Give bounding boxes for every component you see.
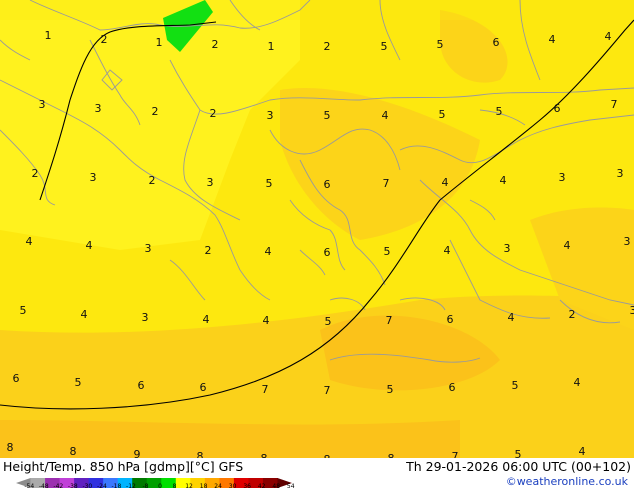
temperature-value: 6 [493, 36, 500, 49]
temperature-value: 6 [447, 313, 454, 326]
temperature-value: 5 [496, 105, 503, 118]
temperature-value: 3 [142, 311, 149, 324]
temperature-value: 1 [268, 40, 275, 53]
temperature-value: 5 [515, 448, 522, 458]
temperature-value: 6 [324, 246, 331, 259]
temperature-value: 7 [324, 384, 331, 397]
chart-title: Height/Temp. 850 hPa [gdmp][°C] GFS [3, 459, 243, 474]
temperature-value: 3 [624, 235, 631, 248]
temperature-value: 4 [444, 244, 451, 257]
colorbar-tick-label: 18 [200, 483, 208, 490]
colorbar-tick-label: 30 [229, 483, 237, 490]
map-canvas: 1 2 1 2 1 2 5 5 6 4 4 3 3 2 2 3 5 4 5 5 6 7 2 3 2 3 5 6 7 4 4 3 3 4 4 3 2 4 6 5… [0, 0, 634, 458]
temperature-value: 3 [504, 242, 511, 255]
colorbar-tick-label: 0 [158, 483, 162, 490]
colorbar-tick-label: 36 [243, 483, 251, 490]
temperature-value: 4 [265, 245, 272, 258]
colorbar-tick-label: -12 [126, 483, 136, 490]
temperature-value: 2 [324, 40, 331, 53]
credit-link[interactable]: ©weatheronline.co.uk [506, 475, 628, 488]
temperature-value: 2 [205, 244, 212, 257]
temperature-value: 6 [324, 178, 331, 191]
temperature-value: 4 [579, 445, 586, 458]
temperature-value: 3 [90, 171, 97, 184]
colorbar-tick-label: -42 [53, 483, 63, 490]
temperature-value: 5 [20, 304, 27, 317]
temperature-value: 4 [263, 314, 270, 327]
temperature-value: 1 [45, 29, 52, 42]
colorbar-tick-label: -38 [68, 483, 78, 490]
valid-time: Th 29-01-2026 06:00 UTC (00+102) [406, 459, 631, 474]
temperature-value: 7 [262, 383, 269, 396]
temperature-value: 7 [383, 177, 390, 190]
temperature-value: 2 [32, 167, 39, 180]
colorbar-tick-label: -30 [82, 483, 92, 490]
temperature-value: 2 [210, 107, 217, 120]
colorbar-tick-label: -54 [24, 483, 34, 490]
temperature-value: 4 [564, 239, 571, 252]
temperature-value: 2 [101, 33, 108, 46]
colorbar-tick-label: -24 [97, 483, 107, 490]
temperature-value: 2 [149, 174, 156, 187]
colorbar-tick-label: 8 [173, 483, 177, 490]
temperature-value: 5 [325, 315, 332, 328]
temperature-value: 5 [381, 40, 388, 53]
temperature-value: 4 [500, 174, 507, 187]
temperature-value: 5 [266, 177, 273, 190]
colorbar-tick-label: 54 [287, 483, 295, 490]
temperature-value: 6 [449, 381, 456, 394]
weather-map: 1 2 1 2 1 2 5 5 6 4 4 3 3 2 2 3 5 4 5 5 6 7 2 3 2 3 5 6 7 4 4 3 3 4 4 3 2 4 6 5… [0, 0, 634, 458]
temperature-value: 8 [197, 450, 204, 458]
temperature-value: 4 [86, 239, 93, 252]
temperature-value: 4 [508, 311, 515, 324]
temperature-value: 2 [569, 308, 576, 321]
temperature-value: 5 [512, 379, 519, 392]
haze [0, 0, 634, 20]
colorbar-tick-label: -48 [39, 483, 49, 490]
temperature-value: 2 [212, 38, 219, 51]
temperature-value: 4 [81, 308, 88, 321]
temperature-value: 5 [437, 38, 444, 51]
temperature-value: 4 [382, 109, 389, 122]
map-footer: Height/Temp. 850 hPa [gdmp][°C] GFS Th 2… [0, 458, 634, 490]
temperature-value: 4 [605, 30, 612, 43]
temperature-value: 8 [7, 441, 14, 454]
temperature-value: 5 [384, 245, 391, 258]
colorbar-tick-label: -18 [112, 483, 122, 490]
temperature-value: 4 [203, 313, 210, 326]
temperature-value: 3 [39, 98, 46, 111]
temperature-value: 2 [152, 105, 159, 118]
temperature-value: 5 [439, 108, 446, 121]
temperature-value: 6 [554, 102, 561, 115]
temperature-value: 4 [26, 235, 33, 248]
temperature-value: 3 [617, 167, 624, 180]
temperature-value: 7 [386, 314, 393, 327]
temperature-value: 8 [70, 445, 77, 458]
colorbar-tick-label: 48 [272, 483, 280, 490]
temperature-value: 6 [200, 381, 207, 394]
temperature-value: 3 [267, 109, 274, 122]
temperature-value: 1 [156, 36, 163, 49]
temperature-value: 5 [75, 376, 82, 389]
colorbar-tick-label: 24 [214, 483, 222, 490]
temperature-value: 5 [387, 383, 394, 396]
colorbar-tick-label: 12 [185, 483, 193, 490]
temperature-value: 3 [95, 102, 102, 115]
temperature-value: 7 [611, 98, 618, 111]
temperature-value: 4 [574, 376, 581, 389]
temperature-value: 3 [630, 304, 634, 317]
temperature-value: 4 [549, 33, 556, 46]
temperature-value: 3 [145, 242, 152, 255]
temperature-value: 6 [13, 372, 20, 385]
temperature-value: 7 [452, 450, 459, 458]
temperature-value: 5 [324, 109, 331, 122]
colorbar-tick-label: 42 [258, 483, 266, 490]
temperature-value: 3 [207, 176, 214, 189]
temperature-value: 9 [134, 448, 141, 458]
colorbar-tick-label: -8 [142, 483, 148, 490]
temperature-value: 3 [559, 171, 566, 184]
temperature-value: 4 [442, 176, 449, 189]
colorbar [16, 473, 292, 483]
temperature-value: 6 [138, 379, 145, 392]
